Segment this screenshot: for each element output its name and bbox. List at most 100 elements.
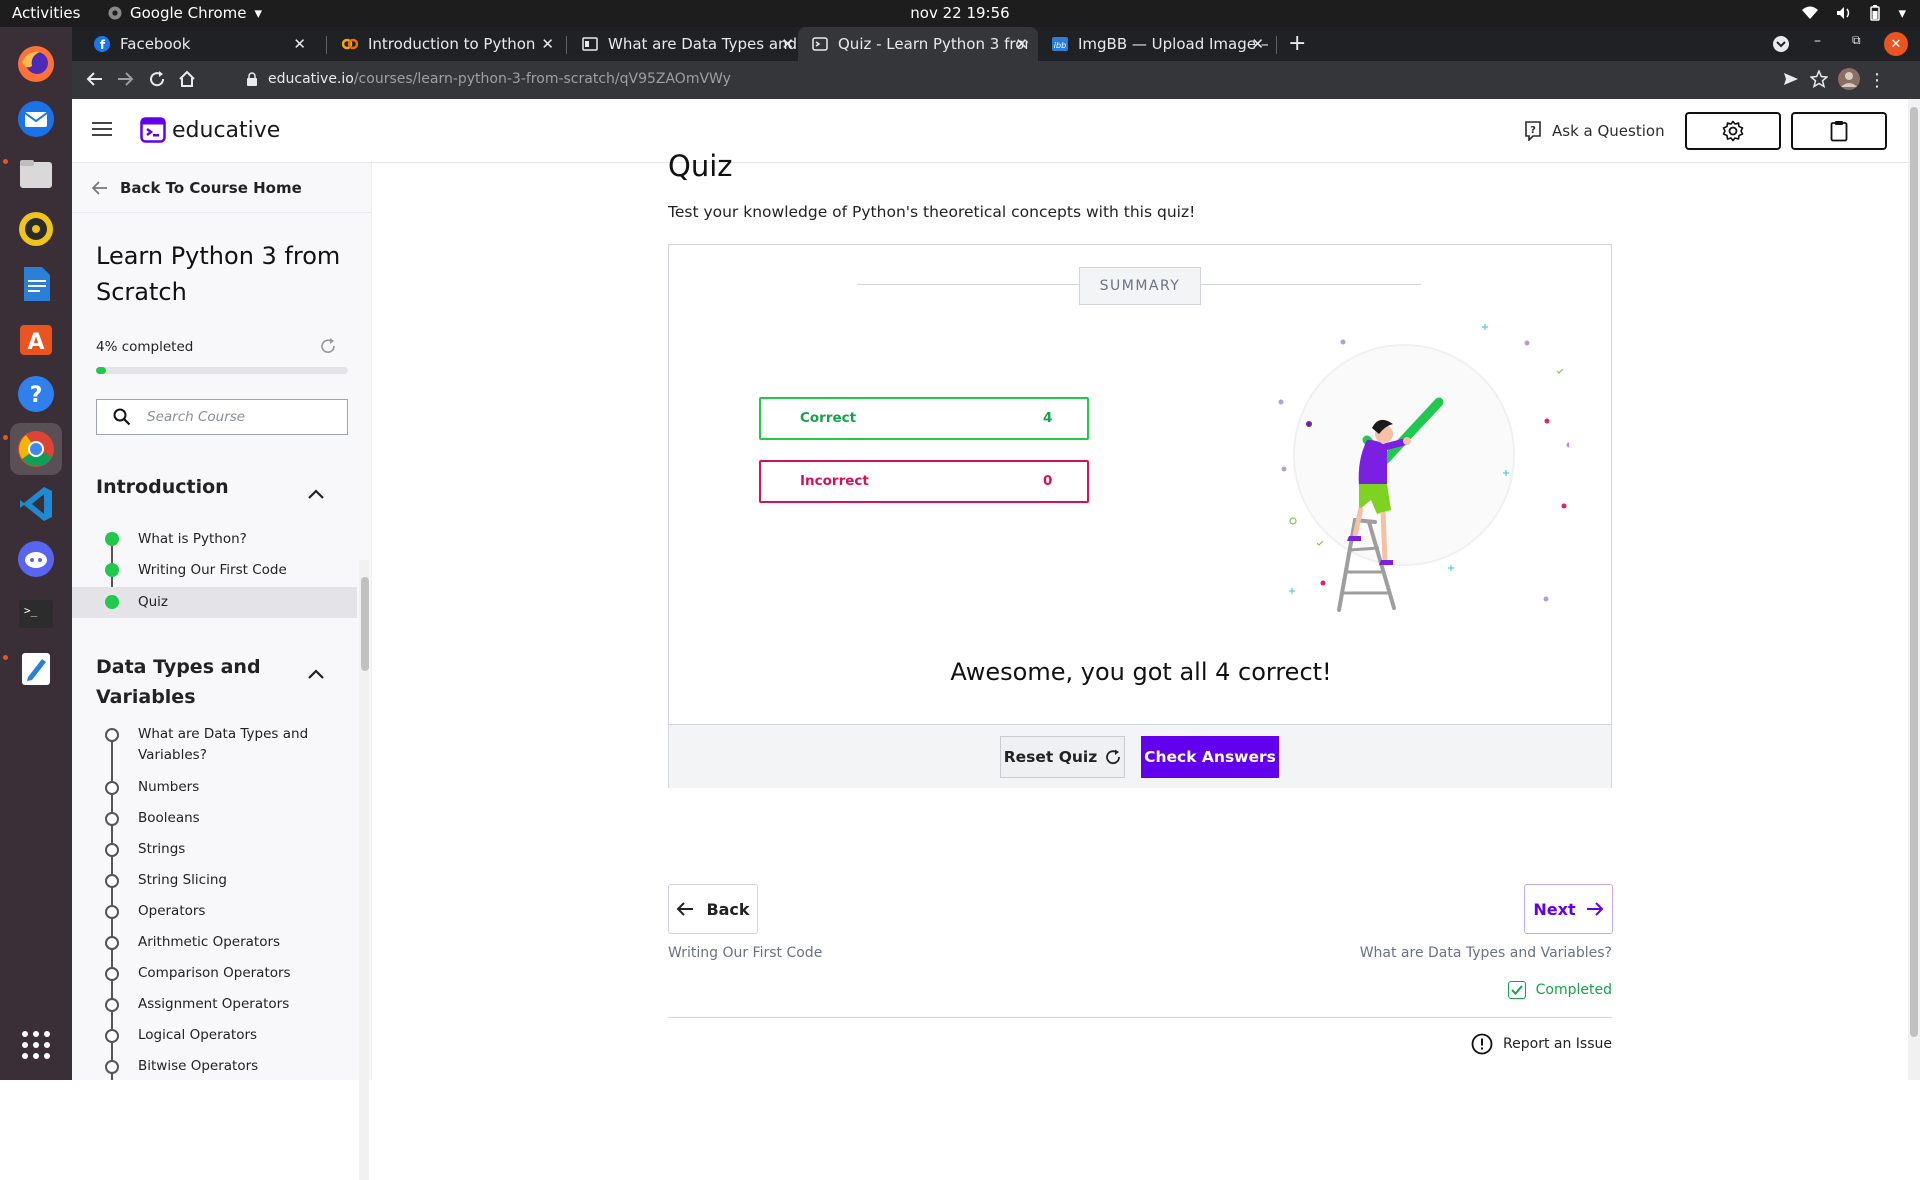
home-icon[interactable] <box>178 70 196 88</box>
software-center-icon[interactable]: A <box>10 313 62 365</box>
system-menu-caret-icon: ▾ <box>1898 4 1906 22</box>
tab-close-icon[interactable]: ✕ <box>1251 35 1264 53</box>
tab-quiz-active[interactable]: Quiz - Learn Python 3 from ✕ <box>798 27 1038 61</box>
report-issue-link[interactable]: Report an Issue <box>1471 1033 1612 1055</box>
files-icon[interactable] <box>10 148 62 200</box>
sidebar-scrollbar-thumb[interactable] <box>361 577 369 671</box>
lesson-item[interactable]: Bitwise Operators <box>72 1054 357 1080</box>
tab-facebook[interactable]: f Facebook ✕ <box>80 27 316 61</box>
help-icon[interactable]: ? <box>10 368 62 420</box>
new-tab-button[interactable]: + <box>1288 31 1306 56</box>
tab-close-icon[interactable]: ✕ <box>781 35 794 53</box>
correct-count-box: Correct 4 <box>759 397 1089 440</box>
course-sidebar: Back To Course Home Learn Python 3 from … <box>72 163 372 1080</box>
notes-button[interactable] <box>1791 112 1887 150</box>
system-tray[interactable]: ▾ <box>1802 4 1906 22</box>
back-button[interactable]: Back <box>668 884 758 934</box>
browser-forward-icon[interactable] <box>116 70 134 88</box>
tab-introduction-to-python[interactable]: Introduction to Python ✕ <box>328 27 564 61</box>
reset-quiz-button[interactable]: Reset Quiz <box>1000 736 1125 778</box>
lesson-incomplete-dot <box>105 1060 119 1074</box>
chevron-up-icon[interactable] <box>308 489 324 499</box>
tab-close-icon[interactable]: ✕ <box>1015 35 1028 53</box>
tab-imgbb[interactable]: ibb ImgBB — Upload Image — ✕ <box>1038 27 1274 61</box>
hamburger-menu-icon[interactable] <box>92 121 112 137</box>
lesson-item[interactable]: Comparison Operators <box>72 961 357 987</box>
lesson-item[interactable]: Logical Operators <box>72 1023 357 1049</box>
restore-icon[interactable]: ⧉ <box>1852 33 1861 48</box>
browser-back-icon[interactable] <box>86 70 104 88</box>
svg-text:ibb: ibb <box>1054 41 1066 50</box>
url-bar[interactable]: educative.io/courses/learn-python-3-from… <box>246 71 731 87</box>
lesson-incomplete-dot <box>105 1029 119 1043</box>
minimize-icon[interactable]: – <box>1814 33 1821 49</box>
page-scrollbar-thumb[interactable] <box>1910 107 1918 1037</box>
lesson-item[interactable]: Assignment Operators <box>72 992 357 1018</box>
send-icon[interactable] <box>1782 70 1800 88</box>
checkbox-check-icon <box>1507 981 1526 999</box>
lesson-label: Assignment Operators <box>138 996 290 1012</box>
thunderbird-icon[interactable] <box>10 93 62 145</box>
vscode-icon[interactable] <box>10 478 62 530</box>
tab-close-icon[interactable]: ✕ <box>293 35 306 53</box>
lesson-item[interactable]: Operators <box>72 899 357 925</box>
back-to-course-home-link[interactable]: Back To Course Home <box>92 179 302 197</box>
url-domain: educative.io <box>268 71 354 87</box>
running-indicator <box>3 435 8 440</box>
profile-avatar[interactable] <box>1838 68 1860 90</box>
chrome-menu-icon[interactable]: ⋮ <box>1868 70 1886 91</box>
course-title: Learn Python 3 from Scratch <box>96 242 341 306</box>
section-title-introduction[interactable]: Introduction <box>96 472 296 502</box>
lesson-item[interactable]: Booleans <box>72 806 357 832</box>
next-button[interactable]: Next <box>1524 884 1613 934</box>
lesson-item-active[interactable]: Quiz <box>72 587 357 618</box>
rhythmbox-icon[interactable] <box>10 203 62 255</box>
lesson-item[interactable]: Writing Our First Code <box>72 555 357 586</box>
lesson-label: Comparison Operators <box>138 965 291 981</box>
lesson-item[interactable]: Numbers <box>72 775 357 801</box>
discord-icon[interactable] <box>10 533 62 585</box>
terminal-icon[interactable]: >_ <box>10 588 62 640</box>
tab-data-types[interactable]: What are Data Types and ✕ <box>568 27 804 61</box>
clock[interactable]: nov 22 19:56 <box>0 4 1920 22</box>
apps-grid-icon[interactable] <box>10 1019 62 1071</box>
refresh-progress-icon[interactable] <box>319 337 337 355</box>
gear-icon <box>1722 120 1744 142</box>
previous-lesson-link[interactable]: Writing Our First Code <box>668 945 822 961</box>
chevron-up-icon[interactable] <box>308 669 324 679</box>
text-editor-icon[interactable] <box>10 643 62 695</box>
svg-text:?: ? <box>30 383 43 408</box>
result-message: Awesome, you got all 4 correct! <box>950 658 1332 686</box>
back-home-label: Back To Course Home <box>120 179 302 197</box>
reset-quiz-label: Reset Quiz <box>1003 748 1098 766</box>
educative-logo[interactable]: educative <box>140 117 280 143</box>
page-icon <box>582 37 598 51</box>
settings-button[interactable] <box>1685 112 1781 150</box>
lesson-label: Numbers <box>138 779 200 795</box>
tab-search-icon[interactable] <box>1772 35 1790 53</box>
lesson-item[interactable]: String Slicing <box>72 868 357 894</box>
search-course-field[interactable] <box>96 399 348 435</box>
ask-question-button[interactable]: ? Ask a Question <box>1524 121 1665 141</box>
close-window-icon[interactable]: ✕ <box>1884 32 1908 56</box>
check-answers-button[interactable]: Check Answers <box>1141 736 1279 778</box>
reload-icon[interactable] <box>148 70 166 88</box>
lesson-item[interactable]: What is Python? <box>72 524 357 555</box>
completed-checkbox[interactable]: Completed <box>1507 981 1612 999</box>
lesson-incomplete-dot <box>105 936 119 950</box>
firefox-icon[interactable] <box>10 38 62 90</box>
tab-title: ImgBB — Upload Image — <box>1078 35 1268 53</box>
lesson-item[interactable]: What are Data Types and Variables? <box>72 722 357 766</box>
tab-close-icon[interactable]: ✕ <box>541 35 554 53</box>
search-course-input[interactable] <box>147 409 327 425</box>
bookmark-star-icon[interactable] <box>1810 70 1828 88</box>
correct-label: Correct <box>800 410 857 426</box>
section-title-data-types[interactable]: Data Types and Variables <box>96 652 296 712</box>
tab-separator <box>1276 36 1277 54</box>
libreoffice-writer-icon[interactable] <box>10 258 62 310</box>
chrome-icon[interactable] <box>10 423 62 475</box>
lesson-item[interactable]: Strings <box>72 837 357 863</box>
lesson-item[interactable]: Arithmetic Operators <box>72 930 357 956</box>
next-lesson-link[interactable]: What are Data Types and Variables? <box>1360 945 1612 961</box>
alert-circle-icon <box>1471 1033 1493 1055</box>
